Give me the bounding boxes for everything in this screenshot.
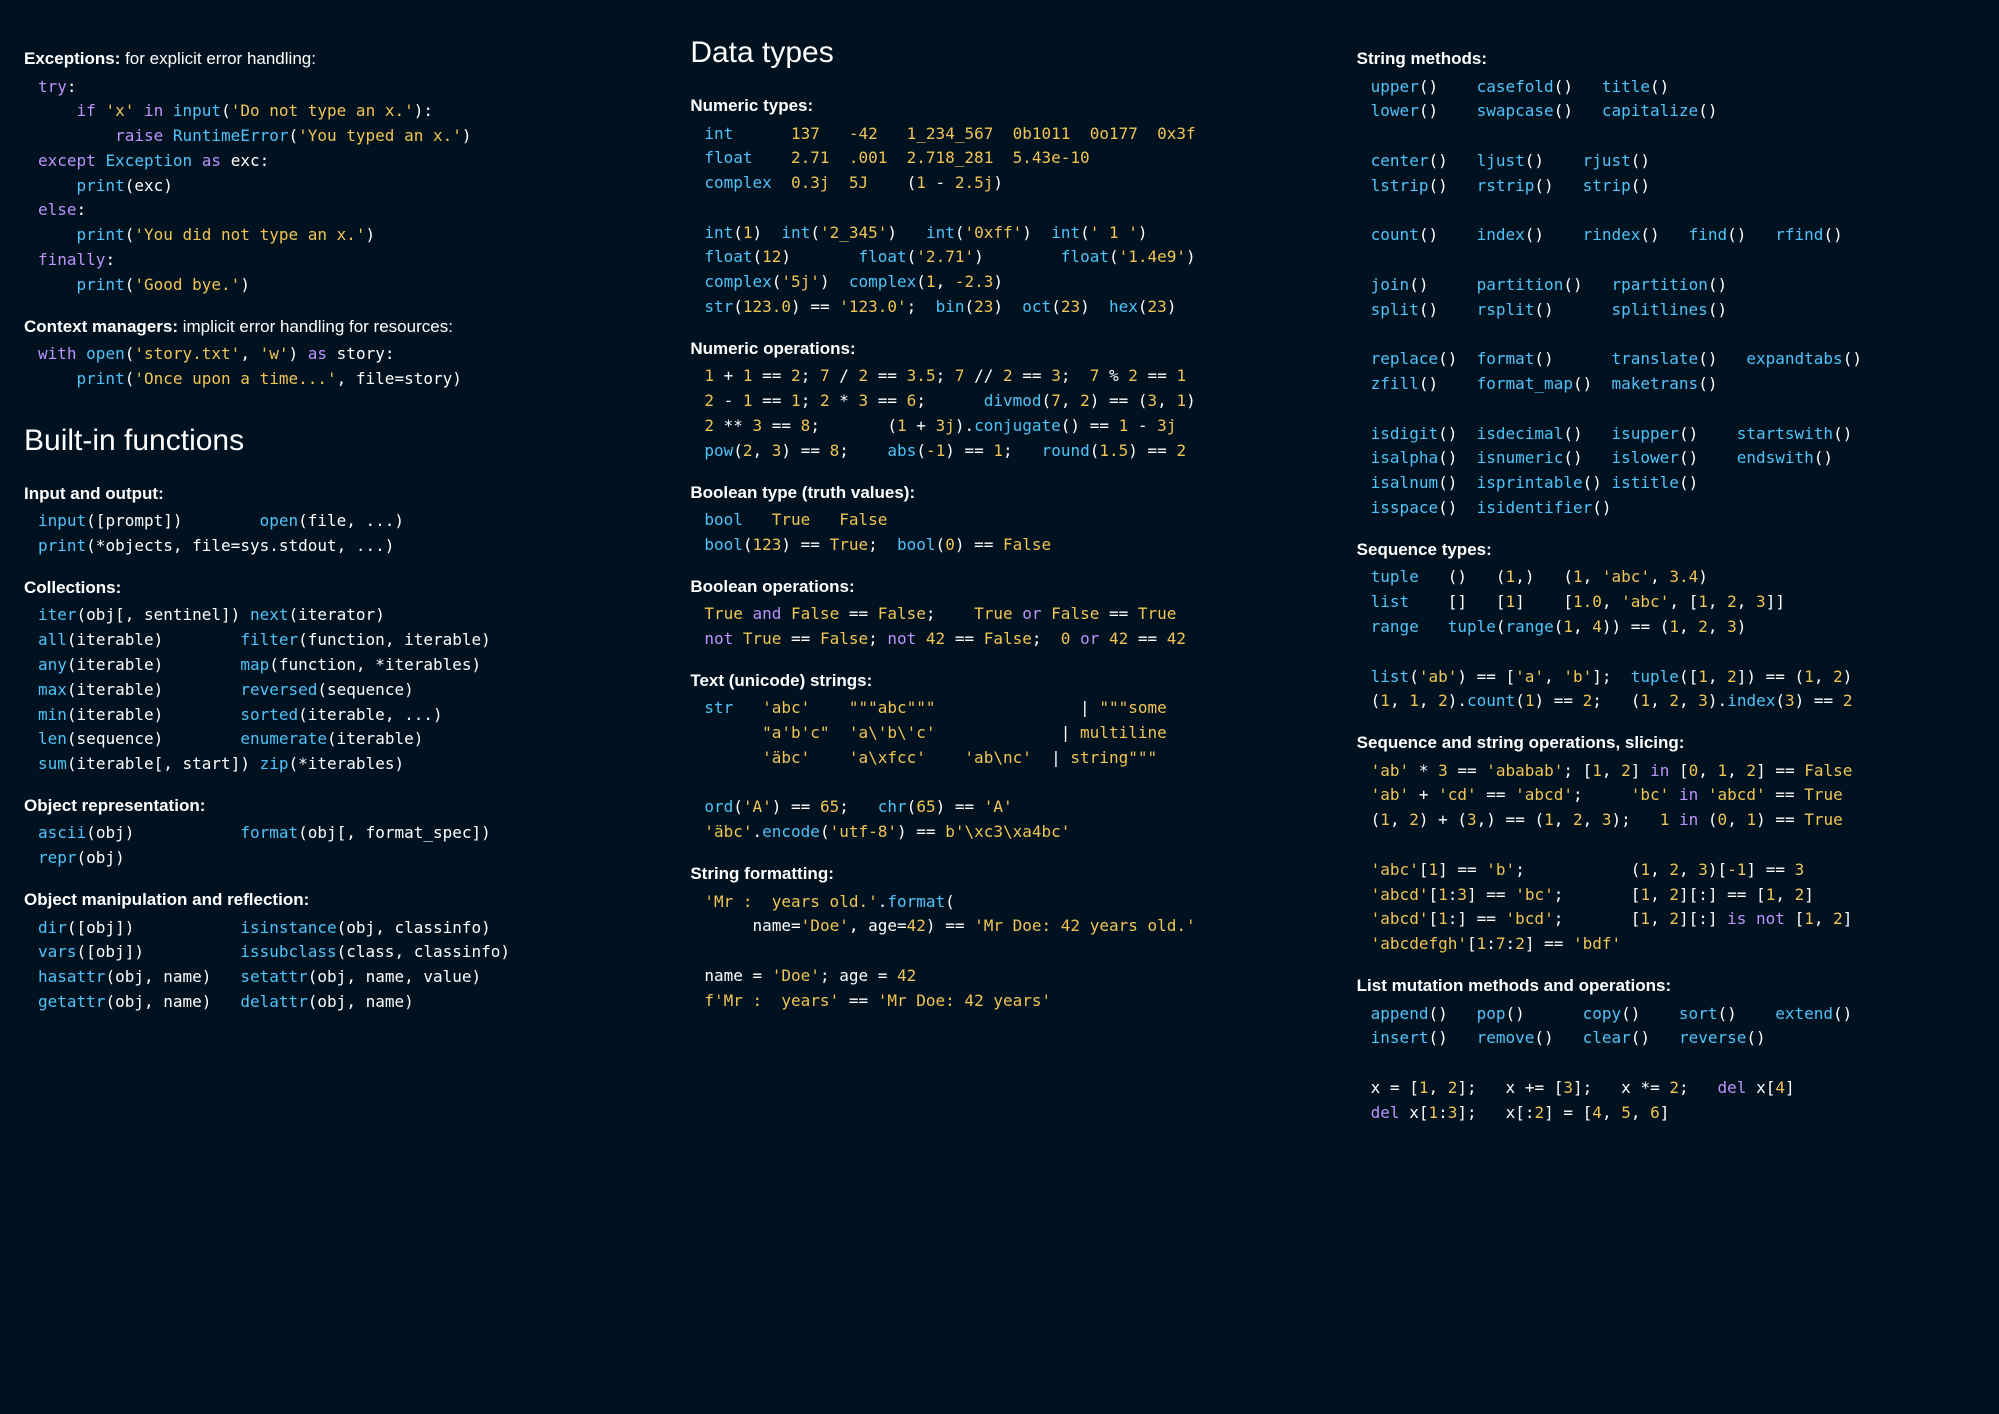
seq-types-label: Sequence types: — [1357, 537, 1975, 563]
repr-label: Object representation: — [24, 793, 642, 819]
column-3: String methods: upper() casefold() title… — [1357, 30, 1975, 1131]
column-1: Exceptions: for explicit error handling:… — [24, 30, 642, 1131]
column-2: Data types Numeric types: int 137 -42 1_… — [690, 30, 1308, 1131]
reflect-code: dir([obj]) isinstance(obj, classinfo) va… — [38, 916, 642, 1015]
exceptions-code: try: if 'x' in input('Do not type an x.'… — [38, 75, 642, 298]
context-label: Context managers: implicit error handlin… — [24, 314, 642, 340]
collections-label: Collections: — [24, 575, 642, 601]
text-code: str 'abc' """abc""" | """some "a'b'c" 'a… — [704, 696, 1308, 845]
seq-types-code: tuple () (1,) (1, 'abc', 3.4) list [] [1… — [1371, 565, 1975, 714]
exceptions-label: Exceptions: for explicit error handling: — [24, 46, 642, 72]
list-mut-code: append() pop() copy() sort() extend() in… — [1371, 1002, 1975, 1126]
text-label: Text (unicode) strings: — [690, 668, 1308, 694]
cheatsheet-columns: Exceptions: for explicit error handling:… — [24, 30, 1975, 1131]
bool-ops-code: True and False == False; True or False =… — [704, 602, 1308, 652]
repr-code: ascii(obj) format(obj[, format_spec]) re… — [38, 821, 642, 871]
numeric-types-label: Numeric types: — [690, 93, 1308, 119]
numeric-types-code: int 137 -42 1_234_567 0b1011 0o177 0x3f … — [704, 122, 1308, 320]
numeric-ops-code: 1 + 1 == 2; 7 / 2 == 3.5; 7 // 2 == 3; 7… — [704, 364, 1308, 463]
string-methods-label: String methods: — [1357, 46, 1975, 72]
collections-code: iter(obj[, sentinel]) next(iterator) all… — [38, 603, 642, 777]
builtins-heading: Built-in functions — [24, 418, 642, 463]
numeric-ops-label: Numeric operations: — [690, 336, 1308, 362]
io-label: Input and output: — [24, 481, 642, 507]
reflect-label: Object manipulation and reflection: — [24, 887, 642, 913]
bool-ops-label: Boolean operations: — [690, 574, 1308, 600]
context-code: with open('story.txt', 'w') as story: pr… — [38, 342, 642, 392]
bool-type-code: bool True False bool(123) == True; bool(… — [704, 508, 1308, 558]
io-code: input([prompt]) open(file, ...) print(*o… — [38, 509, 642, 559]
string-methods-code: upper() casefold() title() lower() swapc… — [1371, 75, 1975, 521]
list-mut-label: List mutation methods and operations: — [1357, 973, 1975, 999]
string-fmt-label: String formatting: — [690, 861, 1308, 887]
seq-ops-label: Sequence and string operations, slicing: — [1357, 730, 1975, 756]
string-fmt-code: 'Mr : years old.'.format( name='Doe', ag… — [704, 890, 1308, 1014]
seq-ops-code: 'ab' * 3 == 'ababab'; [1, 2] in [0, 1, 2… — [1371, 759, 1975, 957]
bool-type-label: Boolean type (truth values): — [690, 480, 1308, 506]
datatypes-heading: Data types — [690, 30, 1308, 75]
